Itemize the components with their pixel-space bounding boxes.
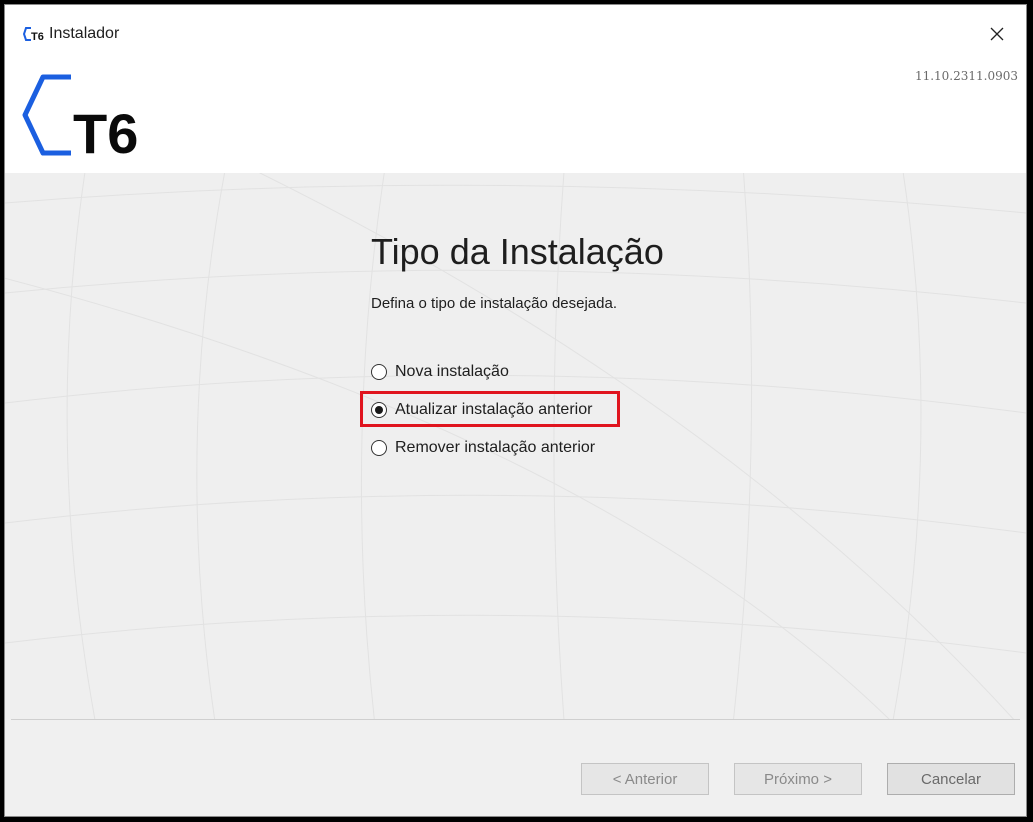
radio-remove-install[interactable] [371,440,387,456]
content-area: Tipo da Instalação Defina o tipo de inst… [5,173,1026,719]
page-subtitle: Defina o tipo de instalação desejada. [371,295,618,312]
next-button[interactable]: Próximo > [734,763,862,795]
back-button[interactable]: < Anterior [581,763,709,795]
radio-selected-dot [375,406,383,414]
radio-update-install[interactable] [371,402,387,418]
option-update-install[interactable]: Atualizar instalação anterior [360,391,620,429]
logo-text: T6 [73,102,138,161]
cancel-button[interactable]: Cancelar [887,763,1015,795]
installation-type-group: Nova instalação Atualizar instalação ant… [360,353,620,467]
close-icon [990,27,1004,41]
footer-bar: < Anterior Próximo > Cancelar [5,720,1026,816]
header-banner: 11.10.2311.0903 T6 [5,63,1026,173]
close-button[interactable] [968,5,1026,63]
page-title: Tipo da Instalação [371,231,664,272]
svg-text:T6: T6 [31,31,44,42]
title-bar: T6 Instalador [5,5,1026,63]
option-new-install[interactable]: Nova instalação [371,353,595,391]
version-label: 11.10.2311.0903 [914,69,1018,83]
option-label: Remover instalação anterior [395,439,596,456]
installer-window: T6 Instalador 11.10.2311.0903 T6 Tipo da… [4,4,1027,817]
option-label: Nova instalação [395,363,509,380]
option-label: Atualizar instalação anterior [395,401,593,418]
app-icon: T6 [23,27,44,42]
t6-logo: T6 [22,74,138,161]
option-remove-install[interactable]: Remover instalação anterior [371,429,595,467]
radio-new-install[interactable] [371,364,387,380]
window-title: Instalador [49,25,120,42]
